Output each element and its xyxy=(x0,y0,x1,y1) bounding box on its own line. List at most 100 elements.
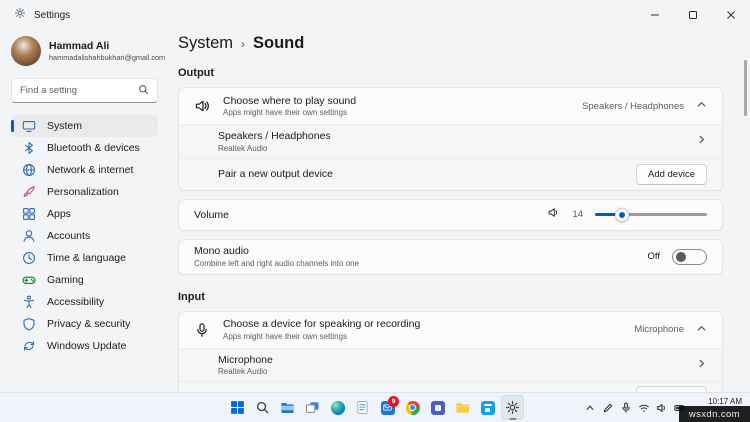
edge-icon[interactable] xyxy=(326,395,349,420)
volume-slider[interactable] xyxy=(595,207,707,222)
output-selected-value: Speakers / Headphones xyxy=(582,100,684,112)
sidebar-item-label: Bluetooth & devices xyxy=(47,142,140,154)
sidebar-item-apps[interactable]: Apps xyxy=(11,203,158,225)
choose-output-expander[interactable]: Choose where to play sound Apps might ha… xyxy=(179,88,722,124)
microphone-row[interactable]: Microphone Realtek Audio xyxy=(179,347,722,381)
sidebar-item-label: Windows Update xyxy=(47,340,127,352)
chevron-up-icon[interactable] xyxy=(696,97,707,115)
sidebar-item-privacy-security[interactable]: Privacy & security xyxy=(11,313,158,335)
volume-card: Volume 14 xyxy=(178,198,723,231)
mono-audio-subtitle: Combine left and right audio channels in… xyxy=(194,258,359,268)
output-device-driver: Realtek Audio xyxy=(218,143,268,153)
sidebar-item-label: Accessibility xyxy=(47,296,105,308)
breadcrumb-separator-icon: › xyxy=(241,37,246,51)
teams-icon[interactable] xyxy=(426,395,449,420)
toggle-knob xyxy=(676,251,686,262)
sidebar-item-network-internet[interactable]: Network & internet xyxy=(11,159,158,181)
page-title: Sound xyxy=(253,34,305,52)
scrollbar-thumb[interactable] xyxy=(744,60,747,116)
sidebar-item-gaming[interactable]: Gaming xyxy=(11,269,158,291)
time-language-icon xyxy=(22,251,36,265)
sidebar-item-time-language[interactable]: Time & language xyxy=(11,247,158,269)
speakers-headphones-row[interactable]: Speakers / Headphones Realtek Audio xyxy=(179,124,722,158)
mono-audio-toggle[interactable] xyxy=(672,248,707,265)
window-controls xyxy=(636,0,750,30)
sidebar-item-label: Personalization xyxy=(47,186,119,198)
pair-output-row: Pair a new output device Add device xyxy=(179,157,722,190)
mono-audio-title: Mono audio xyxy=(194,245,249,258)
notification-badge: 9 xyxy=(388,396,399,407)
wifi-icon[interactable] xyxy=(635,395,652,420)
taskbar-search-icon[interactable] xyxy=(251,395,274,420)
output-device-card: Choose where to play sound Apps might ha… xyxy=(178,87,723,191)
minimize-button[interactable] xyxy=(636,0,674,30)
task-view-icon[interactable] xyxy=(301,395,324,420)
pen-icon[interactable] xyxy=(599,395,616,420)
search-box[interactable] xyxy=(11,78,158,103)
close-button[interactable] xyxy=(712,0,750,30)
breadcrumb-system[interactable]: System xyxy=(178,34,233,53)
chevron-up-icon[interactable] xyxy=(696,321,707,339)
choose-input-title: Choose a device for speaking or recordin… xyxy=(223,318,421,331)
personalization-icon xyxy=(22,185,36,199)
notepad-icon[interactable] xyxy=(351,395,374,420)
user-text: Hammad Ali hammadalishahbukhari@gmail.co… xyxy=(49,40,165,62)
tray-speaker-icon[interactable] xyxy=(653,395,670,420)
volume-row: Volume 14 xyxy=(179,200,722,230)
network-icon xyxy=(22,163,36,177)
maximize-button[interactable] xyxy=(674,0,712,30)
speaker-icon xyxy=(194,98,210,114)
choose-input-subtitle: Apps might have their own settings xyxy=(223,331,348,341)
choose-input-expander[interactable]: Choose a device for speaking or recordin… xyxy=(179,312,722,348)
taskbar-center: 9 xyxy=(226,395,524,420)
sidebar-item-windows-update[interactable]: Windows Update xyxy=(11,335,158,357)
sidebar-item-accessibility[interactable]: Accessibility xyxy=(11,291,158,313)
sidebar-item-system[interactable]: System xyxy=(11,115,158,137)
pair-input-row: Pair a new input device Add device xyxy=(179,381,722,392)
choose-output-text: Choose where to play sound Apps might ha… xyxy=(223,90,356,123)
folder-icon[interactable] xyxy=(451,395,474,420)
search-input[interactable] xyxy=(20,85,138,96)
sidebar-nav: System Bluetooth & devices Network & int… xyxy=(11,115,158,357)
main-content: System › Sound Output Choose where to pl… xyxy=(166,30,750,392)
system-tray xyxy=(581,395,688,420)
mail-icon[interactable]: 9 xyxy=(376,395,399,420)
window-title: Settings xyxy=(34,9,71,21)
slider-thumb[interactable] xyxy=(614,207,629,222)
tray-microphone-icon[interactable] xyxy=(617,395,634,420)
file-explorer-icon[interactable] xyxy=(276,395,299,420)
chrome-icon[interactable] xyxy=(401,395,424,420)
clock[interactable]: 10:17 AM xyxy=(708,397,742,406)
input-section-label: Input xyxy=(178,290,205,303)
pair-output-label: Pair a new output device xyxy=(218,168,333,180)
apps-icon xyxy=(22,207,36,221)
settings-taskbar-icon[interactable] xyxy=(501,395,524,420)
sidebar-item-accounts[interactable]: Accounts xyxy=(11,225,158,247)
add-output-device-button[interactable]: Add device xyxy=(635,163,707,185)
sidebar-item-personalization[interactable]: Personalization xyxy=(11,181,158,203)
titlebar: Settings xyxy=(0,0,750,30)
choose-output-subtitle: Apps might have their own settings xyxy=(223,108,348,118)
tray-chevron-up-icon[interactable] xyxy=(581,395,598,420)
volume-speaker-icon[interactable] xyxy=(547,206,560,224)
accessibility-icon xyxy=(22,295,36,309)
input-device-name: Microphone xyxy=(218,353,273,366)
sidebar-item-label: Apps xyxy=(47,208,71,220)
sidebar-item-label: Time & language xyxy=(47,252,126,264)
bluetooth-icon xyxy=(22,141,36,155)
user-profile[interactable]: Hammad Ali hammadalishahbukhari@gmail.co… xyxy=(11,36,165,66)
settings-app-icon xyxy=(14,6,26,24)
windows-update-icon xyxy=(22,339,36,353)
search-icon xyxy=(138,82,149,100)
sidebar-item-bluetooth-devices[interactable]: Bluetooth & devices xyxy=(11,137,158,159)
taskbar: 9 10:17 AM xyxy=(0,392,750,422)
watermark: wsxdn.com xyxy=(678,406,750,422)
sidebar-item-label: Gaming xyxy=(47,274,84,286)
mono-audio-row: Mono audio Combine left and right audio … xyxy=(179,240,722,274)
start-button[interactable] xyxy=(226,395,249,420)
store-icon[interactable] xyxy=(476,395,499,420)
gaming-icon xyxy=(22,273,36,287)
sidebar-item-label: Accounts xyxy=(47,230,91,242)
settings-window: Settings Hammad Ali hammadalishahbukhari… xyxy=(0,0,750,422)
accounts-icon xyxy=(22,229,36,243)
